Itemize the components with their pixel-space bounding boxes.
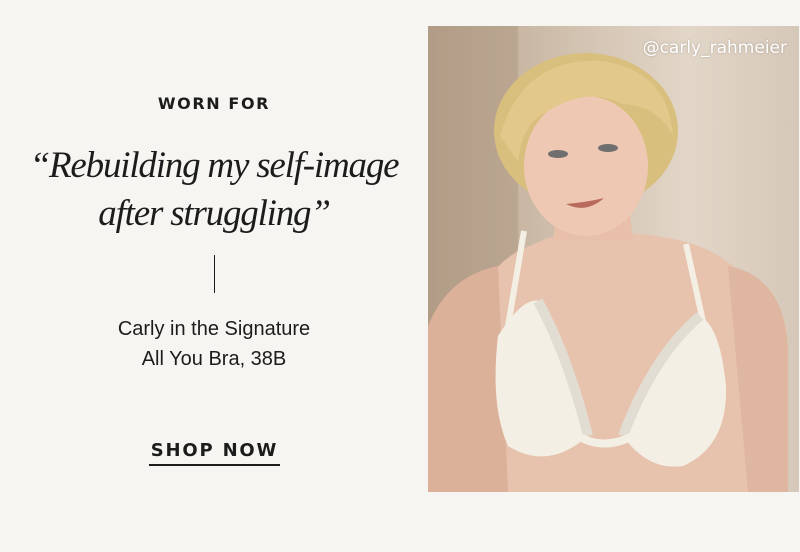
right-eye bbox=[598, 144, 618, 152]
eyebrow-label: WORN FOR bbox=[157, 94, 271, 113]
instagram-handle: @carly_rahmeier bbox=[642, 38, 787, 58]
face-shape bbox=[524, 96, 648, 236]
caption-line-1: Carly in the Signature bbox=[117, 318, 311, 340]
testimonial-quote: “Rebuilding my self-image after struggli… bbox=[0, 142, 428, 238]
model-illustration bbox=[428, 26, 788, 492]
model-photo[interactable]: @carly_rahmeier bbox=[428, 26, 799, 492]
vertical-divider bbox=[214, 255, 215, 293]
quote-line-1: “Rebuilding my self-image bbox=[29, 145, 400, 186]
left-eye bbox=[548, 150, 568, 158]
caption-line-2: All You Bra, 38B bbox=[141, 348, 287, 370]
product-caption: Carly in the Signature All You Bra, 38B bbox=[0, 314, 428, 374]
promo-panel: WORN FOR “Rebuilding my self-image after… bbox=[0, 0, 428, 552]
shop-now-button[interactable]: SHOP NOW bbox=[149, 440, 280, 466]
quote-line-2: after struggling” bbox=[98, 193, 331, 234]
